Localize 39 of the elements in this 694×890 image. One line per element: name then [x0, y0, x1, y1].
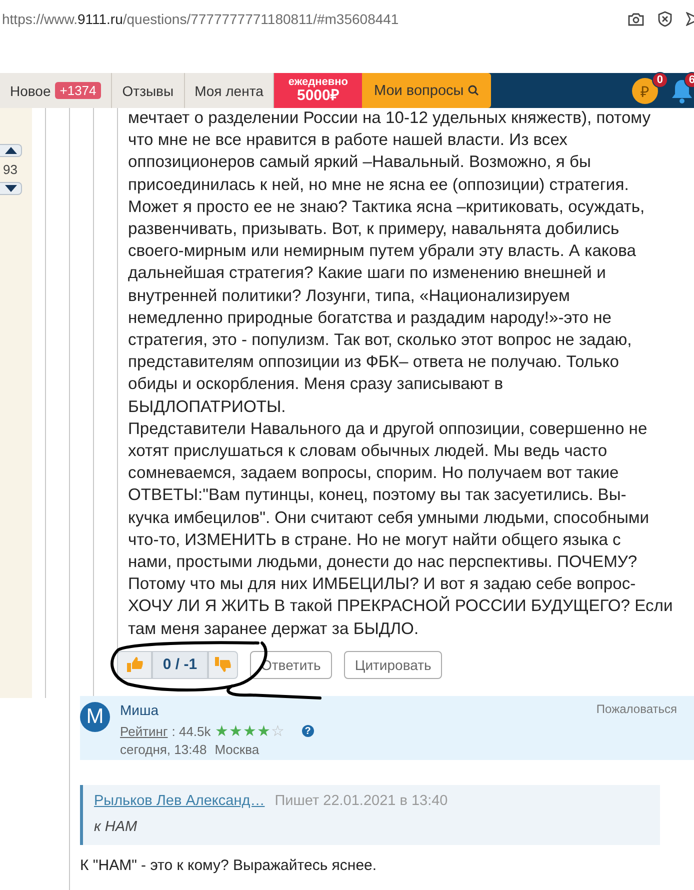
- count-badge: +1374: [54, 82, 102, 99]
- nav-tab[interactable]: Моя лента: [184, 73, 274, 108]
- promo-amount: 5000₽: [297, 88, 340, 104]
- coin-badge: 0: [652, 72, 668, 88]
- report-link[interactable]: Пожаловаться: [596, 702, 677, 760]
- quote-meta: Пишет 22.01.2021 в 13:40: [274, 792, 448, 809]
- triangle-down-icon: [4, 185, 16, 192]
- comment-city: Москва: [214, 742, 260, 757]
- vote-score: 0 / -1: [152, 650, 208, 679]
- coin-button[interactable]: ₽: [632, 78, 658, 104]
- close-icon[interactable]: [658, 11, 672, 27]
- comment-text: К "НАМ" - это к кому? Выражайтесь яснее.: [80, 856, 378, 874]
- comment-date: сегодня, 13:48: [120, 742, 207, 757]
- action-button[interactable]: Цитировать: [344, 650, 442, 679]
- triangle-up-icon: [4, 147, 16, 154]
- thumbs-up-icon: [126, 657, 142, 672]
- author-name[interactable]: Миша: [120, 702, 596, 718]
- post-paragraph: Представители Навального да и другой оппозиции, совершенно не хотят прислушаться к словам обычных людей. Мы ведь часто сомневаемся, задаем вопросы, спорим. Но получаем вот такие ОТВЕТЫ:"Вам путинцы, конец, поэтому вы так засуетились. Вы- кучка имбецилов". Они считают себя умными людьми, способными что-то, ИЗМЕНИТЬ в стране. Но не могут найти общего языка с нами, простыми людьми, донести до нас перспективы. ПОЧЕМУ? Потому что мы для них ИМБЕЦИЛЫ? И вот я задаю себе вопрос- ХОЧУ ЛИ Я ЖИТЬ В такой ПРЕКРАСНОЙ РОССИИ БУДУЩЕГО? Если там меня заранее держат за БЫДЛО.: [128, 418, 674, 640]
- thumbs-down-icon: [215, 657, 231, 672]
- promo-caption: ежедневно: [288, 76, 348, 88]
- nav-tab[interactable]: Новое +1374: [0, 73, 112, 108]
- search-icon: [468, 85, 479, 96]
- vote-up-button[interactable]: [0, 144, 22, 157]
- rating-link[interactable]: Рейтинг: [120, 724, 168, 739]
- vote-count: 93: [2, 162, 18, 177]
- camera-icon[interactable]: [628, 12, 644, 26]
- vote-down-button[interactable]: [0, 182, 22, 195]
- url-text: https://www.9111.ru/questions/7777777771180811/#m35608441: [2, 11, 400, 27]
- promo-banner[interactable]: ежедневно 5000₽: [274, 73, 362, 108]
- nav-tab[interactable]: Отзывы: [112, 73, 185, 108]
- rating-value: : 44.5k: [172, 724, 211, 739]
- post-paragraph: мечтает о разделении России на 10-12 удельных княжеств), потому что мне не все нравится в работе нашей власти. Из всех оппозиционеров самый яркий –Навальный. Возможно, я бы присоединилась к ней, но мне не ясна ее (оппозиции) стратегия. Может я просто ее не знаю? Тактика ясна –критиковать, осуждать, развенчивать, призывать. Вот, к примеру, навальнята добились своего-мирным или немирным путем убрали эту власть. А какова дальнейшая стратегия? Какие шаги по изменению внешней и внутренней политики? Лозунги, типа, «Национализируем немедленно природные богатства и раздадим народу!»-это не стратегия, это - популизм. Так вот, сколько этот вопрос не задаю, представителям оппозиции из ФБК– ответа не получаю. Только обиды и оскорбления. Меня сразу записывают в БЫДЛОПАТРИОТЫ.: [128, 108, 652, 418]
- rating-stars: ★★★★☆: [214, 724, 284, 739]
- help-icon[interactable]: ?: [302, 725, 314, 738]
- my-questions-button[interactable]: Мои вопросы: [362, 73, 491, 108]
- quote-text: к НАМ: [94, 818, 138, 835]
- tab-label: Новое: [10, 82, 51, 98]
- quoted-author-link[interactable]: Рыльков Лев Александ…: [94, 792, 265, 809]
- avatar: M: [80, 702, 110, 732]
